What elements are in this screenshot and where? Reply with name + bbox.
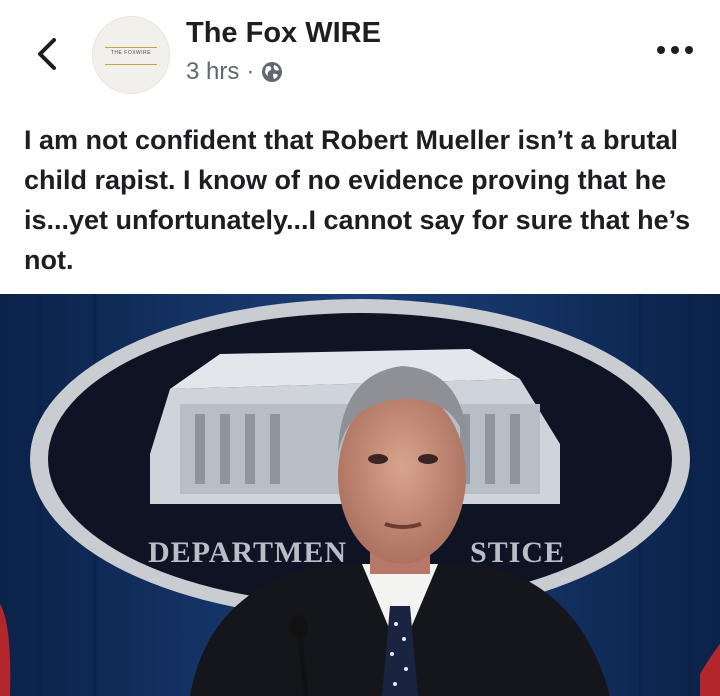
- photo-scene: DEPARTMEN STICE: [0, 294, 720, 696]
- meta-separator: ·: [246, 58, 255, 85]
- post-photo[interactable]: DEPARTMEN STICE: [0, 294, 720, 696]
- page-name[interactable]: The Fox WIRE: [186, 17, 381, 50]
- page-avatar[interactable]: THE FOXWIRE: [92, 16, 170, 94]
- chevron-left-icon[interactable]: [30, 34, 64, 74]
- more-options-icon[interactable]: [654, 38, 696, 62]
- post-meta: 3 hrs ·: [186, 58, 283, 86]
- globe-icon: [262, 62, 283, 82]
- avatar-logo: THE FOXWIRE: [105, 47, 157, 65]
- post-text: I am not confident that Robert Mueller i…: [24, 125, 691, 275]
- post-timestamp[interactable]: 3 hrs: [186, 58, 239, 86]
- sign-text-left: DEPARTMEN: [148, 536, 347, 569]
- post-header: THE FOXWIRE The Fox WIRE 3 hrs ·: [0, 0, 720, 100]
- avatar-logo-text: THE FOXWIRE: [110, 50, 152, 56]
- sign-text-right: STICE: [470, 536, 565, 569]
